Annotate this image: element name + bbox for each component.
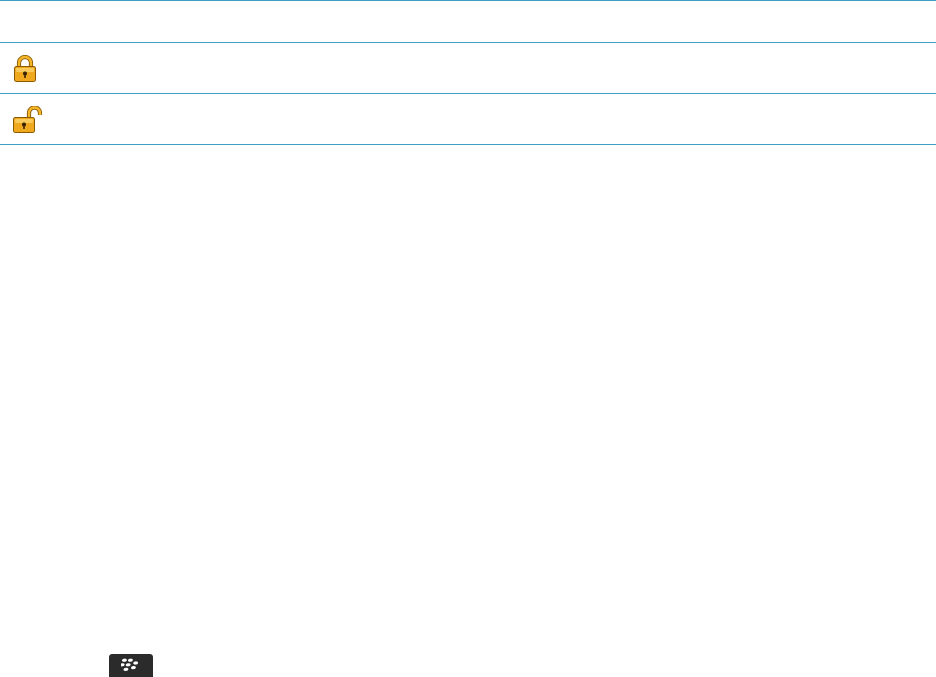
table-bottom-rule: [0, 144, 936, 145]
padlock-closed-icon: [12, 54, 42, 83]
blackberry-menu-key-icon: [109, 654, 153, 677]
table-row: [0, 94, 936, 144]
padlock-open-icon: [12, 105, 43, 134]
table-top-rule: [0, 0, 936, 1]
table-row: [0, 43, 936, 93]
